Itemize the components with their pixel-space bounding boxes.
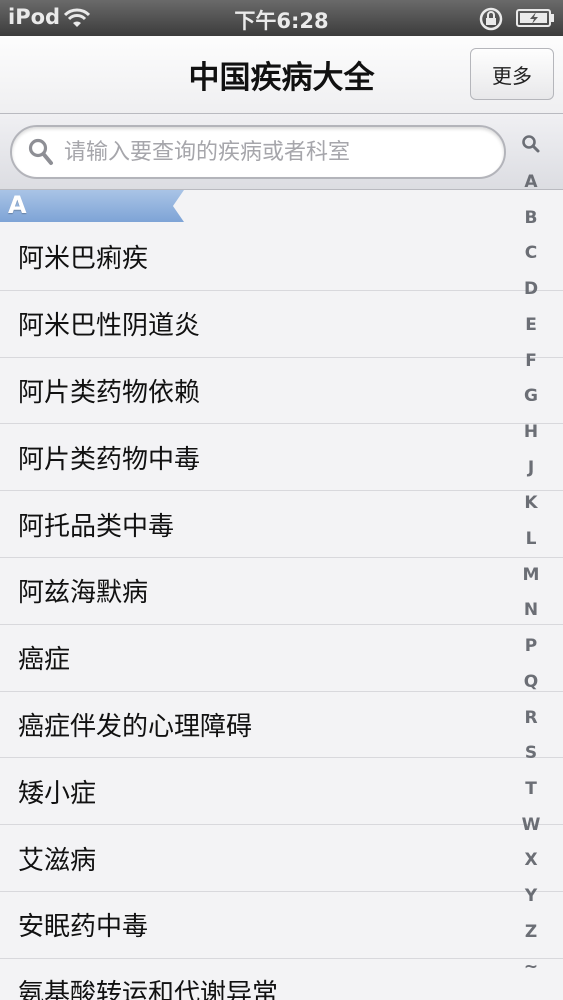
index-letter[interactable]: R bbox=[507, 708, 555, 728]
search-input[interactable] bbox=[64, 135, 494, 169]
index-search-icon[interactable] bbox=[521, 134, 541, 158]
index-letter[interactable]: ~ bbox=[507, 957, 555, 977]
list-item[interactable]: 阿米巴性阴道炎 bbox=[0, 291, 563, 358]
index-letter[interactable]: A bbox=[507, 172, 555, 192]
search-field[interactable] bbox=[10, 125, 506, 179]
index-letter[interactable]: P bbox=[507, 636, 555, 656]
list-item[interactable]: 阿片类药物依赖 bbox=[0, 358, 563, 425]
index-letter[interactable]: K bbox=[507, 493, 555, 513]
section-header-tab bbox=[0, 190, 184, 222]
section-index-bar[interactable]: A B C D E F G H J K L M N P Q R S T W X Y Z ~ bbox=[507, 128, 555, 988]
index-letter[interactable]: G bbox=[507, 386, 555, 406]
index-letter[interactable]: D bbox=[507, 279, 555, 299]
status-bar: iPod 下午6:28 bbox=[0, 0, 563, 36]
index-letter[interactable]: H bbox=[507, 422, 555, 442]
search-bar bbox=[0, 114, 563, 190]
index-letter[interactable]: Y bbox=[507, 886, 555, 906]
index-letter[interactable]: Q bbox=[507, 672, 555, 692]
list-item[interactable]: 氨基酸转运和代谢异常 bbox=[0, 959, 563, 1000]
list-item[interactable]: 安眠药中毒 bbox=[0, 892, 563, 959]
search-icon bbox=[28, 138, 54, 170]
index-letter[interactable]: M bbox=[507, 565, 555, 585]
index-letter[interactable]: J bbox=[507, 458, 555, 478]
index-letter[interactable]: L bbox=[507, 529, 555, 549]
list-item[interactable]: 矮小症 bbox=[0, 758, 563, 826]
list-item[interactable]: 阿米巴痢疾 bbox=[0, 224, 563, 291]
more-button[interactable]: 更多 bbox=[470, 48, 554, 100]
navigation-bar: 中国疾病大全 更多 bbox=[0, 36, 563, 114]
list-item[interactable]: 艾滋病 bbox=[0, 825, 563, 892]
index-letter[interactable]: C bbox=[507, 243, 555, 263]
list-item[interactable]: 癌症 bbox=[0, 625, 563, 692]
list-item[interactable]: 阿片类药物中毒 bbox=[0, 424, 563, 492]
index-letter[interactable]: S bbox=[507, 743, 555, 763]
section-header: A bbox=[0, 190, 563, 224]
index-letter[interactable]: Z bbox=[507, 922, 555, 942]
index-letter[interactable]: X bbox=[507, 850, 555, 870]
list-item[interactable]: 阿兹海默病 bbox=[0, 558, 563, 625]
battery-icon bbox=[516, 9, 556, 31]
index-letter[interactable]: B bbox=[507, 208, 555, 228]
index-letter[interactable]: F bbox=[507, 351, 555, 371]
rotation-lock-icon bbox=[478, 7, 504, 35]
index-letter[interactable]: N bbox=[507, 600, 555, 620]
index-letter[interactable]: E bbox=[507, 315, 555, 335]
list-item[interactable]: 阿托品类中毒 bbox=[0, 491, 563, 558]
section-letter: A bbox=[8, 191, 27, 219]
index-letter[interactable]: W bbox=[507, 815, 555, 835]
disease-list: A 阿米巴痢疾 阿米巴性阴道炎 阿片类药物依赖 阿片类药物中毒 阿托品类中毒 阿… bbox=[0, 190, 563, 1000]
index-letter[interactable]: T bbox=[507, 779, 555, 799]
list-item[interactable]: 癌症伴发的心理障碍 bbox=[0, 692, 563, 759]
